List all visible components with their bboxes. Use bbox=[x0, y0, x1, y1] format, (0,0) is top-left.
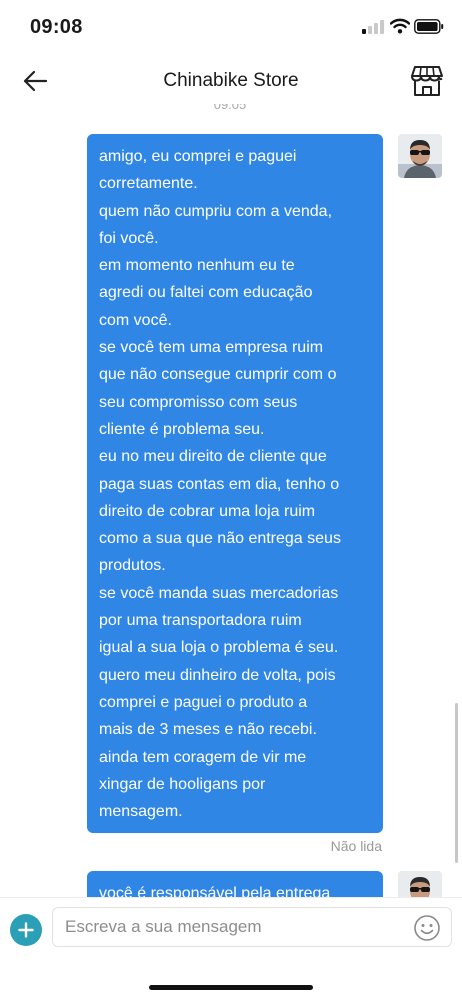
message-timestamp: 09:05 bbox=[213, 104, 247, 112]
avatar-photo bbox=[398, 871, 442, 898]
message-line: ainda tem coragem de vir me bbox=[99, 748, 307, 766]
message-line: por uma transportadora ruim bbox=[99, 612, 302, 630]
message-line: comprei e paguei o produto a bbox=[99, 693, 308, 711]
header-bar: Chinabike Store bbox=[0, 56, 462, 108]
message-field[interactable] bbox=[52, 907, 452, 947]
message-line: você é responsável pela entrega bbox=[99, 885, 331, 898]
message-line: amigo, eu comprei e paguei bbox=[99, 148, 297, 165]
message-line: igual a sua loja o problema é seu. bbox=[99, 639, 339, 657]
message-line: cliente é problema seu. bbox=[99, 420, 265, 438]
status-bar: 09:08 bbox=[0, 0, 462, 56]
message-line: quem não cumpriu com a venda, bbox=[99, 202, 333, 220]
home-indicator bbox=[149, 985, 313, 990]
message-line: corretamente. bbox=[99, 175, 198, 193]
message-line: eu no meu direito de cliente que bbox=[99, 448, 327, 466]
message-line: foi você. bbox=[99, 229, 159, 247]
plus-icon bbox=[18, 922, 34, 938]
chat-area[interactable]: amigo, eu comprei e paguei corretamente.… bbox=[0, 112, 462, 898]
wifi-icon bbox=[390, 18, 410, 34]
page-title: Chinabike Store bbox=[163, 70, 299, 91]
timestamp-clip: 09:05 bbox=[190, 104, 270, 112]
message-line: direito de cobrar uma loja ruim bbox=[99, 502, 316, 520]
message-line: produtos. bbox=[99, 557, 166, 575]
avatar-photo bbox=[398, 134, 442, 178]
store-icon[interactable] bbox=[410, 64, 444, 98]
message-composer bbox=[0, 897, 462, 957]
add-attachment-button[interactable] bbox=[10, 914, 42, 946]
message-line: em momento nenhum eu te bbox=[99, 257, 295, 275]
smiley-icon[interactable] bbox=[413, 914, 441, 942]
message-line: seu compromisso com seus bbox=[99, 393, 298, 411]
message-bubble[interactable]: você é responsável pela entrega bbox=[87, 871, 383, 898]
avatar[interactable] bbox=[398, 134, 442, 178]
message-bubble[interactable]: amigo, eu comprei e paguei corretamente.… bbox=[87, 134, 383, 833]
status-time: 09:08 bbox=[30, 16, 83, 38]
message-line: mais de 3 meses e não recebi. bbox=[99, 721, 317, 739]
message-line: que não consegue cumprir com o bbox=[99, 366, 337, 384]
message-line: quero meu dinheiro de volta, pois bbox=[99, 666, 336, 684]
message-input[interactable] bbox=[65, 908, 405, 946]
read-status: Não lida bbox=[330, 838, 382, 854]
message-line: como a sua que não entrega seus bbox=[99, 530, 341, 548]
avatar[interactable] bbox=[398, 871, 442, 898]
battery-icon bbox=[414, 19, 444, 34]
message-line: se você tem uma empresa ruim bbox=[99, 339, 324, 357]
message-line: com você. bbox=[99, 311, 172, 329]
message-line: paga suas contas em dia, tenho o bbox=[99, 475, 340, 493]
signal-icon bbox=[362, 20, 384, 34]
message-line: se você manda suas mercadorias bbox=[99, 584, 339, 602]
message-line: xingar de hooligans por bbox=[99, 775, 266, 793]
message-line: agredi ou faltei com educação bbox=[99, 284, 313, 302]
message-line: mensagem. bbox=[99, 803, 183, 821]
scrollbar[interactable] bbox=[455, 703, 458, 863]
